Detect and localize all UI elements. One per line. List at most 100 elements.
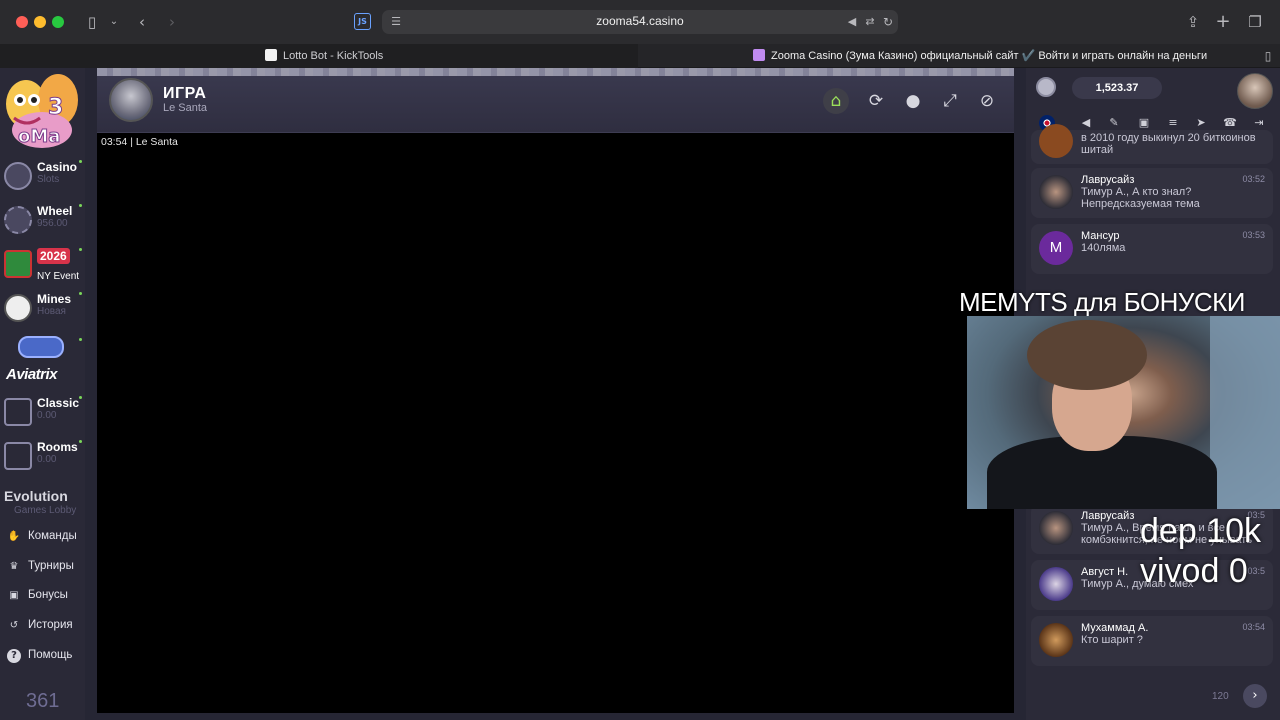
chat-settings-icon[interactable]: ✎ — [1106, 115, 1122, 131]
nav-mines[interactable]: Mines Новая — [0, 288, 85, 330]
game-frame[interactable]: ИГРА Le Santa ⌂ ⟳ ● ⤢ ⊘ 03:54 | Le Santa — [97, 68, 1014, 713]
trophy-icon: ♛ — [9, 561, 19, 572]
status-dot — [79, 248, 82, 251]
minimize-window-button[interactable] — [34, 16, 46, 28]
login-icon[interactable]: ⇥ — [1251, 115, 1267, 131]
user-avatar: M — [1039, 231, 1073, 265]
nav-help-label: Помощь — [28, 649, 73, 661]
message-time: 03:52 — [1242, 174, 1265, 184]
message-time: 03:5 — [1247, 566, 1265, 576]
menu-icon[interactable]: ≡ — [1165, 115, 1181, 131]
message-time: 03:54 — [1242, 622, 1265, 632]
message-author[interactable]: Лаврусайз — [1081, 174, 1134, 186]
nav-event-year: 2026 — [37, 248, 70, 264]
nav-tournaments-label: Турниры — [28, 560, 74, 572]
webcam-background — [1210, 316, 1280, 509]
tab-overview-icon[interactable]: ❐ — [1245, 12, 1265, 32]
balance-value[interactable]: 1,523.37 — [1072, 77, 1162, 99]
tab-title: Zooma Casino (Зума Казино) официальный с… — [771, 50, 1208, 62]
user-avatar — [1039, 567, 1073, 601]
send-arrow-icon[interactable]: › — [1243, 684, 1267, 708]
nav-bonuses[interactable]: ▣ Бонусы — [0, 585, 85, 609]
sidebar-right-icon[interactable]: ▯ — [1258, 46, 1278, 66]
nav-wheel-title: Wheel — [37, 204, 73, 218]
forward-arrow-icon[interactable]: › — [162, 12, 182, 32]
message-author[interactable]: Мухаммад А. — [1081, 622, 1148, 634]
nav-evolution[interactable]: Evolution Games Lobby — [0, 484, 85, 526]
nav-classic[interactable]: Classic 0.00 — [0, 392, 85, 434]
browser-toolbar: ▯ ⌄ ‹ › JS ☰ zooma54.casino ◀ ⇄ ↻ ⇪ + ❐ — [0, 0, 1280, 44]
message-author[interactable]: Лаврусайз — [1081, 510, 1134, 522]
back-arrow-icon[interactable]: ‹ — [132, 12, 152, 32]
user-avatar — [1039, 175, 1073, 209]
svg-text:oMa: oMa — [18, 126, 60, 147]
airplane-icon — [18, 336, 64, 358]
webcam-person-hair — [1027, 320, 1147, 390]
mine-bomb-icon — [4, 294, 32, 322]
address-bar[interactable]: ☰ zooma54.casino ◀ ⇄ ↻ — [382, 10, 898, 34]
translate-icon[interactable]: ⇄ — [860, 12, 880, 32]
nav-rooms-title: Rooms — [37, 440, 78, 454]
stream-vivod-stat: vivod 0 — [1140, 552, 1248, 590]
refresh-icon[interactable]: ⟳ — [863, 88, 889, 114]
share-icon[interactable]: ⇪ — [1183, 12, 1203, 32]
nav-tournaments[interactable]: ♛ Турниры — [0, 556, 85, 580]
nav-mines-sub: Новая — [37, 306, 66, 317]
nav-rooms[interactable]: Rooms 0.00 — [0, 436, 85, 478]
js-extension-icon[interactable]: JS — [354, 13, 371, 30]
record-icon[interactable]: ● — [900, 88, 926, 114]
tab-zooma-casino[interactable]: Zooma Casino (Зума Казино) официальный с… — [638, 44, 1268, 68]
message-author[interactable]: Август Н. — [1081, 566, 1128, 578]
nav-classic-sub: 0.00 — [37, 410, 57, 421]
nav-casino[interactable]: Casino Slots — [0, 156, 85, 198]
status-dot — [79, 440, 82, 443]
nav-casino-title: Casino — [37, 160, 78, 174]
status-dot — [79, 204, 82, 207]
casino-chip-icon — [4, 162, 32, 190]
nav-event-sub: NY Event — [37, 271, 80, 282]
gift-icon[interactable]: ▣ — [1136, 115, 1152, 131]
nav-wheel-sub: 956.00 — [37, 218, 68, 229]
tab-lotto-bot[interactable]: Lotto Bot - KickTools — [0, 44, 638, 68]
nav-history-label: История — [28, 619, 73, 631]
classic-game-icon — [4, 398, 32, 426]
kicktools-favicon-icon — [265, 49, 277, 61]
message-text: шитай — [1081, 144, 1114, 156]
left-sidebar: 3 oMa Casino Slots Wheel 956.00 2026 NY … — [0, 68, 85, 720]
zooma-logo[interactable]: 3 oMa — [4, 70, 82, 152]
stream-dep-stat: dep 10k — [1140, 512, 1261, 550]
nav-help[interactable]: ? Помощь — [0, 645, 85, 669]
nav-history[interactable]: ↺ История — [0, 615, 85, 639]
fullscreen-icon[interactable]: ⤢ — [937, 88, 963, 114]
wheel-icon — [4, 206, 32, 234]
game-subtitle: Le Santa — [163, 102, 208, 114]
user-avatar[interactable] — [1237, 73, 1273, 109]
message-text: Тимур А., А кто знал? — [1081, 186, 1192, 198]
chevron-down-icon[interactable]: ⌄ — [104, 12, 124, 32]
crossed-swords-icon — [4, 442, 32, 470]
chat-message: M Мансур 03:53 140ляма — [1031, 224, 1273, 274]
close-window-button[interactable] — [16, 16, 28, 28]
message-author[interactable]: Мансур — [1081, 230, 1119, 242]
zooma-favicon-icon — [753, 49, 765, 61]
nav-mines-title: Mines — [37, 292, 72, 306]
webcam-feed — [967, 316, 1280, 509]
game-title: ИГРА — [163, 85, 207, 102]
zoom-window-button[interactable] — [52, 16, 64, 28]
support-icon[interactable]: ☎ — [1222, 115, 1238, 131]
message-text: в 2010 году выкинул 20 биткоинов — [1081, 132, 1256, 144]
volume-icon[interactable]: ◀ — [1078, 115, 1094, 131]
new-tab-icon[interactable]: + — [1213, 12, 1233, 32]
telegram-icon[interactable]: ➤ — [1193, 115, 1209, 131]
sidebar-toggle-icon[interactable]: ▯ — [82, 12, 102, 32]
nav-teams[interactable]: ✋ Команды — [0, 526, 85, 550]
reload-icon[interactable]: ↻ — [878, 12, 898, 32]
hide-icon[interactable]: ⊘ — [974, 88, 1000, 114]
nav-ny-event[interactable]: 2026 NY Event — [0, 244, 85, 286]
nav-wheel[interactable]: Wheel 956.00 — [0, 200, 85, 242]
speaker-icon[interactable]: ◀ — [842, 12, 862, 32]
home-icon[interactable]: ⌂ — [823, 88, 849, 114]
nav-aviatrix[interactable]: Aviatrix — [0, 334, 85, 390]
chat-char-count: 120 — [1212, 691, 1229, 702]
url-text: zooma54.casino — [596, 14, 684, 28]
